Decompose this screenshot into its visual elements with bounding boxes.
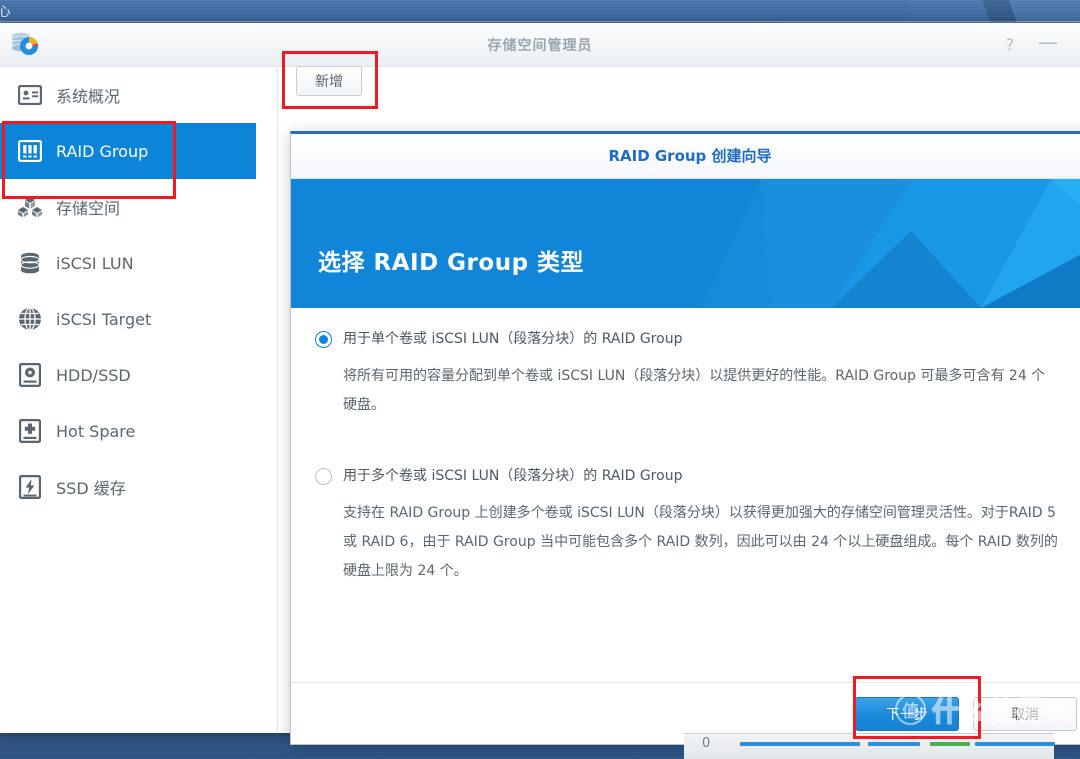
- option-description: 将所有可用的容量分配到单个卷或 iSCSI LUN（段落分块）以提供更好的性能。…: [343, 368, 1046, 413]
- os-taskbar: 0: [0, 733, 1080, 759]
- storage-pool-icon: [16, 193, 44, 221]
- window-title-bar: 存储空间管理员 ? —: [0, 23, 1080, 67]
- ssd-cache-icon: [16, 473, 44, 501]
- sidebar-item-label: iSCSI Target: [56, 309, 152, 329]
- sidebar-item-label: 存储空间: [56, 199, 121, 218]
- taskbar-indicator-4: [975, 742, 1055, 746]
- option-title: 用于单个卷或 iSCSI LUN（段落分块）的 RAID Group: [343, 331, 683, 347]
- next-button[interactable]: 下一步: [855, 697, 959, 731]
- sidebar-item-ssd-cache[interactable]: SSD 缓存: [0, 459, 277, 515]
- storage-manager-icon: [8, 30, 42, 62]
- hdd-ssd-icon: [16, 361, 44, 389]
- os-top-bar-title: 中心: [0, 5, 12, 20]
- dialog-body: 用于单个卷或 iSCSI LUN（段落分块）的 RAID Group 将所有可用…: [291, 308, 1080, 685]
- taskbar-indicator-1: [740, 742, 860, 746]
- taskbar-indicator-3: [930, 742, 970, 746]
- system-overview-icon: [16, 81, 44, 109]
- radio-multiple-volume[interactable]: [315, 468, 332, 485]
- sidebar-item-hdd-ssd[interactable]: HDD/SSD: [0, 347, 277, 403]
- sidebar: 系统概况 RAID Group 存储空间 iSCSI LUN iSCSI Tar…: [0, 67, 278, 733]
- taskbar-counter: 0: [702, 736, 711, 751]
- sidebar-item-label: SSD 缓存: [56, 479, 126, 498]
- sidebar-item-label: 系统概况: [56, 87, 121, 106]
- page-title: 存储空间管理员: [487, 38, 593, 54]
- add-button[interactable]: 新增: [296, 66, 362, 96]
- option-description: 支持在 RAID Group 上创建多个卷或 iSCSI LUN（段落分块）以获…: [343, 505, 1058, 579]
- iscsi-target-icon: [16, 305, 44, 333]
- dialog-banner-heading: 选择 RAID Group 类型: [318, 250, 585, 276]
- raid-group-wizard-dialog: RAID Group 创建向导 选择 RAID Group 类型 用于单个卷或 …: [290, 131, 1080, 745]
- sidebar-item-iscsi-lun[interactable]: iSCSI LUN: [0, 235, 277, 291]
- sidebar-item-hot-spare[interactable]: Hot Spare: [0, 403, 277, 459]
- dialog-banner: 选择 RAID Group 类型: [291, 179, 1080, 308]
- sidebar-item-iscsi-target[interactable]: iSCSI Target: [0, 291, 277, 347]
- sidebar-item-label: iSCSI LUN: [56, 253, 134, 273]
- os-top-bar-accent: [910, 0, 1080, 22]
- dialog-title: RAID Group 创建向导: [291, 134, 1080, 179]
- minimize-icon[interactable]: —: [1034, 32, 1062, 58]
- taskbar-panel: [684, 733, 1054, 759]
- radio-single-volume[interactable]: [315, 331, 332, 348]
- hot-spare-icon: [16, 417, 44, 445]
- raid-type-option-single[interactable]: 用于单个卷或 iSCSI LUN（段落分块）的 RAID Group 将所有可用…: [315, 330, 1059, 420]
- sidebar-item-system-overview[interactable]: 系统概况: [0, 67, 277, 123]
- raid-type-option-multiple[interactable]: 用于多个卷或 iSCSI LUN（段落分块）的 RAID Group 支持在 R…: [315, 467, 1059, 586]
- raid-group-icon: [16, 137, 44, 165]
- cancel-button[interactable]: 取消: [973, 697, 1077, 731]
- sidebar-item-label: RAID Group: [56, 141, 149, 161]
- os-top-bar: 中心: [0, 0, 1080, 22]
- taskbar-indicator-2: [868, 742, 920, 746]
- iscsi-lun-icon: [16, 249, 44, 277]
- sidebar-item-label: HDD/SSD: [56, 365, 131, 385]
- option-title: 用于多个卷或 iSCSI LUN（段落分块）的 RAID Group: [343, 468, 683, 484]
- help-icon[interactable]: ?: [996, 32, 1024, 58]
- sidebar-item-raid-group[interactable]: RAID Group: [0, 123, 256, 179]
- sidebar-item-label: Hot Spare: [56, 421, 136, 441]
- sidebar-item-storage-pool[interactable]: 存储空间: [0, 179, 277, 235]
